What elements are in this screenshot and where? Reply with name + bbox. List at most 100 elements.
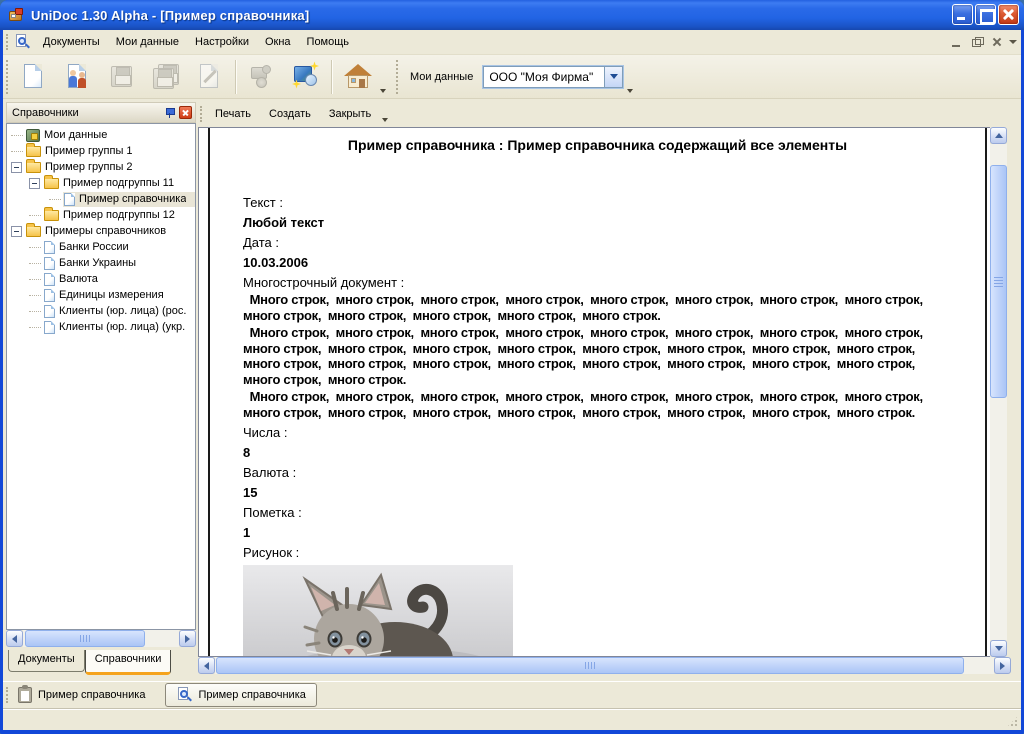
menu-settings[interactable]: Настройки: [187, 32, 257, 52]
menu-help[interactable]: Помощь: [299, 32, 358, 52]
tree-connector: [29, 263, 41, 264]
export-button[interactable]: [284, 58, 328, 96]
taskbar-grip[interactable]: [6, 687, 8, 703]
document-toolbar: Печать Создать Закрыть: [197, 102, 1021, 126]
window-item-preview-active[interactable]: Пример справочника: [165, 683, 316, 707]
home-icon: [344, 62, 372, 92]
sidebar-hscroll-thumb[interactable]: [25, 630, 145, 647]
document-icon: [44, 305, 55, 318]
new-document-button[interactable]: [12, 58, 56, 96]
sidebar-close-button[interactable]: [179, 106, 192, 119]
arrow-left-icon: [204, 662, 209, 670]
company-select[interactable]: ООО "Моя Фирма": [483, 66, 623, 88]
tree-item-units[interactable]: Единицы измерения: [7, 287, 195, 303]
mdi-minimize-icon[interactable]: [949, 35, 965, 49]
maximize-button[interactable]: [975, 4, 996, 25]
tree-item-subgroup-12[interactable]: Пример подгруппы 12: [7, 207, 195, 223]
folder-icon: [44, 178, 59, 189]
create-button[interactable]: Создать: [260, 104, 320, 124]
tab-documents[interactable]: Документы: [8, 650, 85, 672]
collapse-toggle-icon[interactable]: [29, 178, 40, 189]
document-magnifier-icon: [176, 687, 192, 703]
toolbar-grip[interactable]: [6, 60, 8, 94]
toolbar-dropdown-icon[interactable]: [380, 89, 386, 93]
arrow-up-icon: [995, 133, 1003, 138]
my-data-label: Мои данные: [410, 71, 473, 83]
resize-grip[interactable]: [1006, 715, 1019, 728]
tab-references[interactable]: Справочники: [85, 650, 172, 675]
close-button[interactable]: [998, 4, 1019, 25]
delete-button[interactable]: [188, 58, 232, 96]
document-icon: [44, 257, 55, 270]
save-button[interactable]: [100, 58, 144, 96]
double-floppy-icon: [152, 62, 180, 92]
app-icon: [8, 7, 25, 24]
doc-vscroll-track[interactable]: [990, 144, 1007, 640]
page-edge-right: [985, 128, 987, 657]
tree-item-sample-reference[interactable]: Пример справочника: [7, 191, 195, 207]
my-data-icon: [26, 129, 40, 142]
menubar: Документы Мои данные Настройки Окна Помо…: [3, 30, 1021, 55]
scroll-up-button[interactable]: [990, 127, 1007, 144]
contacts-document-button[interactable]: [56, 58, 100, 96]
tree-item-clients-rus[interactable]: Клиенты (юр. лица) (рос.: [7, 303, 195, 319]
tree-connector: [29, 247, 41, 248]
scroll-right-button[interactable]: [994, 657, 1011, 674]
menu-windows[interactable]: Окна: [257, 32, 299, 52]
tree-item-banks-russia[interactable]: Банки России: [7, 239, 195, 255]
tree-item-currency[interactable]: Валюта: [7, 271, 195, 287]
home-button[interactable]: [336, 58, 380, 96]
window-item-label: Пример справочника: [198, 689, 305, 701]
tree-item-group-1[interactable]: Пример группы 1: [7, 143, 195, 159]
mdi-restore-icon[interactable]: [969, 35, 985, 49]
toolbar-overflow-icon[interactable]: [627, 89, 633, 93]
open-windows-bar: Пример справочника Пример справочника: [3, 681, 1021, 708]
document-icon: [64, 193, 75, 206]
doc-toolbar-grip[interactable]: [200, 106, 202, 122]
save-all-button[interactable]: [144, 58, 188, 96]
machine-button[interactable]: [240, 58, 284, 96]
sidebar-hscroll-track[interactable]: [23, 630, 179, 647]
scroll-down-button[interactable]: [990, 640, 1007, 657]
main-toolbar: Мои данные ООО "Моя Фирма": [3, 55, 1021, 99]
tree-connector: [29, 215, 41, 216]
field-value-numbers: 8: [243, 446, 953, 460]
mdi-close-icon[interactable]: [989, 35, 1005, 49]
doc-hscroll-thumb[interactable]: [216, 657, 964, 674]
tree-connector: [29, 279, 41, 280]
tree-item-banks-ukraine[interactable]: Банки Украины: [7, 255, 195, 271]
menubar-overflow-icon[interactable]: [1009, 40, 1017, 44]
collapse-toggle-icon[interactable]: [11, 226, 22, 237]
tree-item-group-2[interactable]: Пример группы 2: [7, 159, 195, 175]
tree-item-clients-ukr[interactable]: Клиенты (юр. лица) (укр.: [7, 319, 195, 335]
doc-toolbar-overflow-icon[interactable]: [382, 118, 388, 122]
minimize-button[interactable]: [952, 4, 973, 25]
print-button[interactable]: Печать: [206, 104, 260, 124]
menubar-grip[interactable]: [6, 34, 8, 50]
doc-vscroll-thumb[interactable]: [990, 165, 1007, 398]
multiline-paragraph: Много строк, много строк, много строк, м…: [243, 389, 953, 420]
multiline-paragraph: Много строк, много строк, много строк, м…: [243, 292, 953, 323]
window-item-reference[interactable]: Пример справочника: [12, 685, 151, 705]
pin-icon[interactable]: [163, 106, 176, 119]
field-label-date: Дата :: [243, 236, 953, 250]
collapse-toggle-icon[interactable]: [11, 162, 22, 173]
combo-arrow-button[interactable]: [604, 67, 622, 87]
tree-connector: [11, 151, 23, 152]
tree-item-subgroup-11[interactable]: Пример подгруппы 11: [7, 175, 195, 191]
scroll-left-button[interactable]: [6, 630, 23, 647]
sidebar-hscrollbar: [6, 630, 196, 647]
tree-item-sample-references[interactable]: Примеры справочников: [7, 223, 195, 239]
close-doc-button[interactable]: Закрыть: [320, 104, 380, 124]
menu-documents[interactable]: Документы: [35, 32, 108, 52]
menu-my-data[interactable]: Мои данные: [108, 32, 187, 52]
app-body: Документы Мои данные Настройки Окна Помо…: [3, 30, 1021, 730]
document-magnifier-icon[interactable]: [14, 34, 30, 50]
scroll-left-button[interactable]: [198, 657, 215, 674]
toolbar-grip[interactable]: [396, 60, 398, 94]
doc-hscroll-track[interactable]: [215, 657, 994, 674]
field-label-text: Текст :: [243, 196, 953, 210]
tree-item-my-data[interactable]: Мои данные: [7, 127, 195, 143]
clipboard-icon: [18, 687, 32, 703]
scroll-right-button[interactable]: [179, 630, 196, 647]
